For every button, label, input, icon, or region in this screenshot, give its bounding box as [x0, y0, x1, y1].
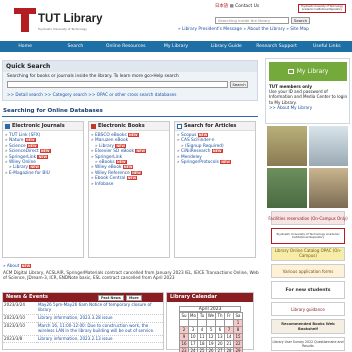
online-db-title: Searching for Online Databases [3, 108, 103, 114]
quick-search-button[interactable]: Search [230, 81, 248, 88]
nav-useful-links[interactable]: Useful Links [302, 41, 352, 52]
nav-home[interactable]: Home [0, 41, 50, 52]
breadcrumb[interactable]: » Library President's Message » About th… [178, 27, 309, 32]
articles-column: Search for Articles Scopus NEW CAS SciFi… [174, 121, 256, 258]
calendar-heading: Library Calendar [167, 293, 253, 302]
library-photo [309, 168, 348, 208]
nav-my-library[interactable]: My Library [151, 41, 201, 52]
nav-search[interactable]: Search [50, 41, 100, 52]
table-row: 2023/3/10 March 16, 11:00-12:00: Due to c… [3, 322, 163, 336]
news-link[interactable]: Library information, 2023.2.13 issue [37, 335, 163, 344]
library-photo [309, 126, 348, 166]
new-students-banner[interactable]: For new students [271, 281, 345, 299]
news-link[interactable]: Library information, 2023.3.28 issue [37, 314, 163, 323]
calendar-week: 2345678 [179, 326, 243, 334]
contact-link[interactable]: Contact Us [235, 4, 259, 9]
quick-search-description: Searching for books or journals inside t… [7, 74, 179, 79]
table-row: 2023/3/10 Library information, 2023.3.28 … [3, 314, 163, 323]
site-header: TUT Library Toyohashi University of Tech… [0, 0, 352, 38]
quick-search-title: Quick Search [3, 61, 257, 72]
about-notice: » About NEW ACM Digital Library, ACSLAIR… [3, 263, 259, 281]
recommended-books-banner[interactable]: Recommended Books Web Bookshelf [271, 319, 345, 334]
nav-library-guide[interactable]: Library Guide [201, 41, 251, 52]
library-guidance-banner[interactable]: Library guidance [271, 302, 345, 316]
calendar-week: 23 24 25 26 27 28 29 [179, 347, 243, 352]
more-news-button[interactable]: More [126, 294, 142, 301]
ejournals-list: TUT Link (SFX) Nature NEW Science NEW Sc… [3, 131, 83, 176]
user-survey-banner[interactable]: Library User Survey 2022 Questionnaire a… [271, 337, 345, 351]
site-subtitle: Toyohashi University of Technology [38, 27, 87, 31]
facilities-reservation-banner[interactable]: Facilities reservation (On-Campus Only) [268, 211, 348, 225]
ebooks-heading: Electronic Books [89, 122, 169, 131]
calendar-week: 1 [179, 319, 243, 327]
list-item[interactable]: Infobase [91, 182, 167, 187]
members-info: TUT members only Use your ID and passwor… [269, 84, 349, 110]
journal-icon [5, 124, 10, 129]
articles-list: Scopus NEW CAS SciFinder-n (Signup Requi… [175, 131, 255, 165]
news-list: 2023/3/24 May26 5pm-May26 6am Notice of t… [3, 302, 163, 344]
login-icon [287, 69, 294, 74]
articles-heading: Search for Articles [175, 122, 255, 131]
news-heading: News & Events Past News More [3, 293, 163, 302]
news-link[interactable]: March 16, 11:00-12:00: Due to constructi… [37, 322, 163, 336]
my-library-button[interactable]: My Library [269, 62, 347, 81]
calendar-grid: Su Mo Tu We Th Fr Sa 1 2345678 9 10 11 12 13 14 15 1… [179, 312, 243, 352]
site-search-button[interactable]: Search [291, 17, 310, 24]
my-library-box: My Library TUT members only Use your ID … [265, 58, 350, 124]
list-item[interactable]: E-Magazine for BIU [5, 171, 81, 176]
main-nav: Home Search Online Resources My Library … [0, 41, 352, 52]
top-links: 日本語 ■ Contact Us [215, 4, 260, 9]
nav-online-resources[interactable]: Online Resources [101, 41, 151, 52]
document-icon [177, 124, 182, 129]
about-text: ACM Digital Library, ACSLAIR, SpringerMa… [3, 269, 259, 281]
right-sidebar: My Library TUT members only Use your ID … [265, 58, 350, 352]
ejournals-column: Electronic Journals TUT Link (SFX) Natur… [2, 121, 84, 258]
repository-banner[interactable]: Toyohashi University of Technology Acade… [271, 228, 345, 244]
calendar-week: 9 10 11 12 13 14 15 [179, 333, 243, 341]
site-title: TUT Library [38, 13, 103, 25]
news-panel: News & Events Past News More 2023/3/24 Ma… [2, 292, 164, 350]
about-link[interactable]: » About [3, 263, 19, 268]
list-item[interactable]: SpringerProtocols NEW [177, 160, 253, 165]
ebooks-column: Electronic Books EBSCO eBooks NEW Maruze… [88, 121, 170, 258]
library-photo [267, 168, 307, 208]
site-logo[interactable]: TUT Library Toyohashi University of Tech… [14, 8, 124, 34]
members-text: Use your ID and password of Information … [269, 89, 348, 105]
table-row: 2023/3/24 May26 5pm-May26 6am Notice of t… [3, 302, 163, 315]
news-link[interactable]: May26 5pm-May26 6am Notice of temporary … [37, 302, 163, 315]
online-db-divider [2, 116, 258, 117]
nav-research-support[interactable]: Research Support [251, 41, 301, 52]
ebooks-list: EBSCO eBooks NEW Maruzen eBook Library N… [89, 131, 169, 187]
opac-banner[interactable]: Library Online Catalog OPAC (On-Campus) [271, 247, 345, 261]
ejournals-heading: Electronic Journals [3, 122, 83, 131]
about-my-library-link[interactable]: >> About My Library [269, 105, 312, 110]
quick-search-panel: Quick Search Searching for books or jour… [2, 60, 258, 101]
calendar-panel: Library Calendar April 2023 Su Mo Tu We Th Fr… [166, 292, 254, 352]
application-forms-banner[interactable]: Various application forms [271, 264, 345, 278]
lang-switch-link[interactable]: 日本語 [215, 4, 228, 9]
calendar-weekdays: Su Mo Tu We Th Fr Sa [179, 312, 243, 320]
quick-search-links[interactable]: >> Detail search >> Category search >> O… [7, 92, 176, 97]
library-photos [265, 126, 350, 208]
logo-mark [14, 8, 36, 32]
table-row: 2023/3/8 Library information, 2023.2.13 i… [3, 335, 163, 344]
book-icon [91, 124, 96, 129]
tut-header-badge[interactable]: Toyohashi University of Technology Acade… [298, 4, 346, 13]
quick-search-input[interactable] [7, 81, 228, 88]
library-photo [267, 126, 307, 166]
site-search-input[interactable]: Searching inside the library [215, 17, 289, 24]
calendar-week: 16 17 18 19 20 21 22 [179, 340, 243, 348]
past-news-button[interactable]: Past News [98, 294, 124, 301]
